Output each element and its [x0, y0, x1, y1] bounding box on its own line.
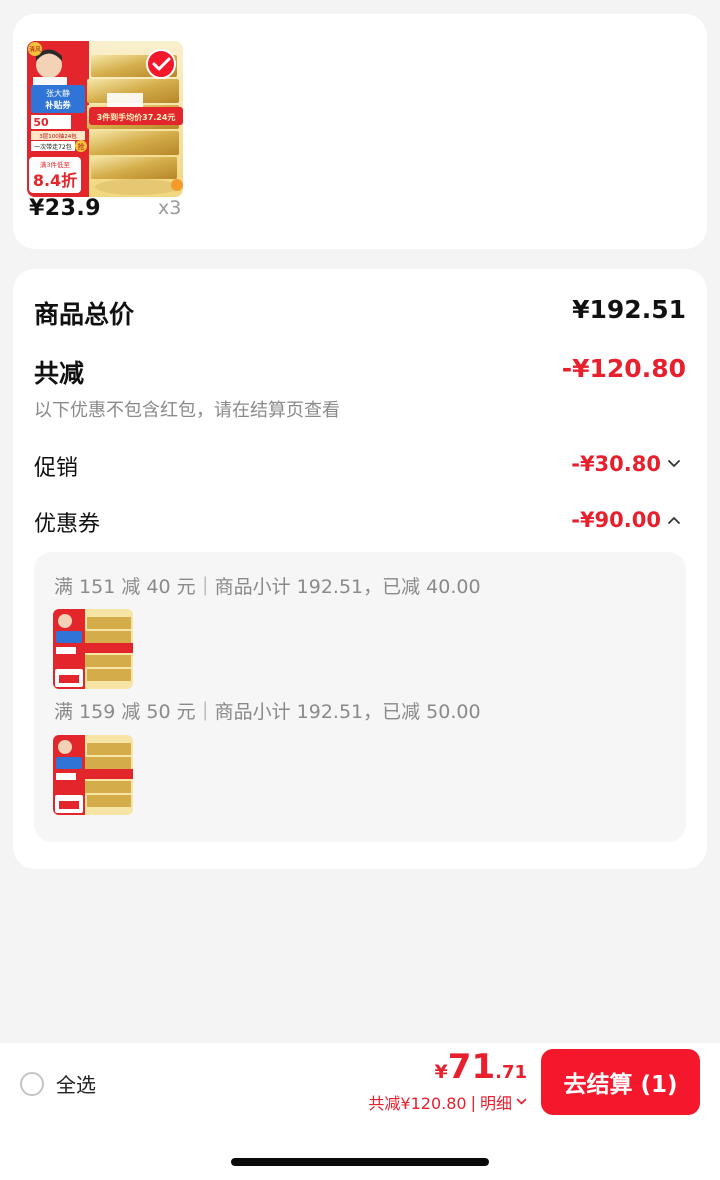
chevron-down-icon	[516, 1098, 527, 1105]
ribbon-2-text: 一次带走72包	[34, 143, 72, 151]
radio-unchecked-icon	[20, 1071, 44, 1096]
price-summary-card: 商品总价 ¥192.51 共减 -¥120.80 以下优惠不包含红包，请在结算页…	[13, 269, 707, 869]
chevron-down-icon	[668, 460, 680, 467]
product-image[interactable]: 清风 张大静 补贴券 50 3层100抽24包 一次带走72包 抢 满3件低至 …	[27, 41, 183, 197]
coupon-rule: 满 159 减 50 元｜商品小计 192.51，已减 50.00	[54, 701, 481, 723]
total-decimal: .71	[495, 1062, 527, 1083]
chevron-up-icon	[668, 517, 680, 524]
thumbnail-art	[53, 735, 133, 815]
product-price: ¥23.9	[29, 196, 102, 221]
discount-value-text: 8.4折	[33, 171, 77, 190]
coupon-value-text: 50	[33, 116, 49, 129]
grand-total: ¥71.71	[435, 1047, 527, 1087]
coupon-detail-panel: 满 151 减 40 元｜商品小计 192.51，已减 40.00 满 159 …	[34, 552, 686, 842]
coupon-value: -¥90.00	[571, 508, 661, 532]
product-quantity: x3	[158, 197, 182, 219]
separator: |	[470, 1092, 476, 1112]
total-integer: 71	[447, 1047, 496, 1087]
discount-note: 以下优惠不包含红包，请在结算页查看	[34, 400, 340, 421]
checkout-bar: 全选 ¥71.71 共减¥120.80 | 明细 去结算 (1)	[0, 1043, 720, 1123]
select-all-label: 全选	[56, 1073, 96, 1097]
discount-label-text: 满3件低至	[40, 160, 71, 169]
total-reduction-label: 共减	[34, 359, 85, 388]
subsidy-bottom-text: 补贴券	[44, 100, 71, 111]
checkout-button[interactable]: 去结算 (1)	[541, 1049, 700, 1115]
subsidy-top-text: 张大静	[46, 88, 70, 98]
promo-banner-text: 3件到手均价37.24元	[97, 112, 176, 122]
product-image-art: 清风 张大静 补贴券 50 3层100抽24包 一次带走72包 抢 满3件低至 …	[27, 41, 183, 197]
home-indicator[interactable]	[231, 1158, 489, 1166]
total-price-label: 商品总价	[34, 300, 135, 329]
detail-toggle[interactable]: 共减¥120.80 | 明细	[368, 1090, 527, 1114]
currency-symbol: ¥	[434, 1061, 448, 1083]
grab-badge-text: 抢	[78, 142, 85, 151]
coupon-rule: 满 151 减 40 元｜商品小计 192.51，已减 40.00	[54, 576, 481, 598]
ribbon-1-text: 3层100抽24包	[39, 132, 77, 140]
promotion-toggle[interactable]: -¥30.80	[571, 452, 681, 476]
coupon-label: 优惠券	[34, 512, 101, 537]
total-reduction-value: -¥120.80	[561, 354, 686, 383]
promotion-value: -¥30.80	[571, 452, 661, 476]
select-all-toggle[interactable]: 全选	[20, 1069, 96, 1098]
bottom-reduction-text: 共减¥120.80	[368, 1094, 467, 1113]
cart-item-card: 清风 张大静 补贴券 50 3层100抽24包 一次带走72包 抢 满3件低至 …	[13, 14, 707, 249]
coupon-toggle[interactable]: -¥90.00	[571, 508, 681, 532]
total-price-value: ¥192.51	[572, 295, 686, 324]
thumbnail-art	[53, 609, 133, 689]
brand-badge-text: 清风	[29, 46, 41, 54]
coupon-product-thumbnail[interactable]	[53, 735, 133, 815]
coupon-product-thumbnail[interactable]	[53, 609, 133, 689]
promotion-label: 促销	[34, 456, 79, 481]
home-indicator-area	[0, 1123, 720, 1180]
detail-label: 明细	[479, 1094, 512, 1113]
